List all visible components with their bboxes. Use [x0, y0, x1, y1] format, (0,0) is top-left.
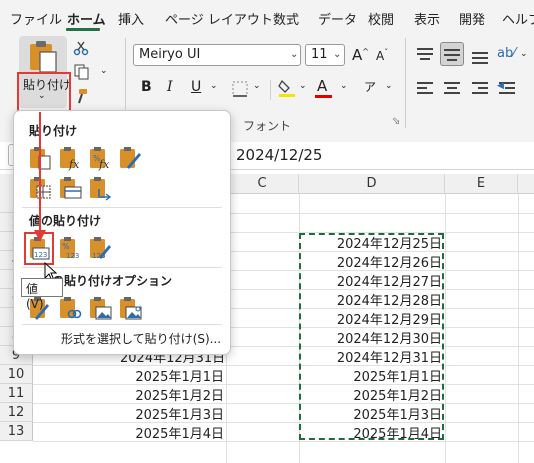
align-middle-icon[interactable] — [440, 42, 464, 66]
decrease-font-size-icon[interactable]: Aˇ — [376, 48, 388, 63]
cell-b13[interactable]: 2025年1月4日 — [120, 423, 224, 442]
column-header-e[interactable]: E — [445, 174, 518, 194]
copy-chevron-down-icon[interactable]: ⌄ — [100, 66, 108, 76]
tooltip: 値 (V) — [21, 278, 63, 311]
decrease-indent-icon[interactable]: ◀ — [497, 78, 517, 98]
copy-marquee — [299, 233, 444, 440]
bold-button[interactable]: B — [141, 79, 152, 95]
borders-icon[interactable] — [231, 80, 249, 98]
font-name-select[interactable]: Meiryo UI — [133, 44, 301, 66]
tab-formulas[interactable]: 数式 — [273, 9, 299, 28]
copy-icon[interactable] — [73, 64, 89, 80]
paste-values-number-format-icon[interactable]: % 123 — [57, 235, 83, 261]
borders-chevron-down-icon[interactable]: ⌄ — [253, 81, 261, 91]
svg-text:%: % — [62, 242, 70, 251]
paste-transpose-icon[interactable] — [87, 175, 113, 201]
paste-values-source-formatting-icon[interactable]: 123 — [87, 235, 113, 261]
grid-line — [33, 403, 534, 404]
cell-b12[interactable]: 2025年1月3日 — [120, 404, 224, 423]
tab-file[interactable]: ファイル — [10, 9, 62, 28]
row-header[interactable]: 12 — [0, 403, 33, 422]
other-paste-options-section-title: の貼り付けオプション — [52, 274, 173, 288]
underline-button[interactable]: U — [191, 79, 201, 95]
paste-linked-picture-icon[interactable] — [117, 295, 143, 321]
phonetic-chevron-down-icon[interactable]: ⌄ — [385, 81, 393, 91]
align-center-icon[interactable] — [442, 78, 462, 98]
align-right-icon[interactable] — [470, 78, 490, 98]
ribbon-separator — [270, 80, 271, 100]
tab-insert[interactable]: 挿入 — [118, 9, 144, 28]
tab-help[interactable]: ヘルプ — [502, 9, 534, 28]
annotation-arrow-icon — [34, 112, 46, 242]
font-size-value: 11 — [311, 47, 328, 62]
column-header-d[interactable]: D — [299, 174, 445, 194]
align-bottom-icon[interactable] — [470, 44, 490, 64]
tab-review[interactable]: 校閲 — [368, 9, 394, 28]
cell-b10[interactable]: 2025年1月1日 — [120, 366, 224, 385]
ribbon-separator — [405, 38, 406, 128]
svg-text:fx: fx — [68, 158, 80, 171]
format-painter-icon[interactable] — [73, 88, 89, 104]
paste-special-menu-item[interactable]: 形式を選択して貼り付け(S)... — [61, 330, 221, 347]
tab-developer[interactable]: 開発 — [459, 9, 485, 28]
font-size-chevron-down-icon: ⌄ — [333, 49, 342, 60]
grid-line — [33, 365, 534, 366]
paste-picture-icon[interactable] — [87, 295, 113, 321]
phonetic-icon[interactable]: ア — [364, 78, 376, 95]
font-name-value: Meiryo UI — [139, 47, 201, 62]
column-header-c[interactable]: C — [226, 174, 299, 194]
row-header[interactable]: 10 — [0, 365, 33, 384]
align-left-icon[interactable] — [415, 78, 435, 98]
menu-separator — [22, 324, 222, 325]
column-header-f[interactable] — [518, 174, 534, 194]
paste-keep-source-formatting-icon[interactable] — [117, 145, 143, 171]
paste-button-highlight — [17, 72, 71, 114]
tab-view[interactable]: 表示 — [414, 9, 440, 28]
font-color-chevron-down-icon[interactable]: ⌄ — [340, 81, 348, 91]
grid-line — [33, 384, 534, 385]
svg-text:123: 123 — [66, 252, 79, 260]
increase-font-size-icon[interactable]: A^ — [352, 46, 369, 64]
menu-separator — [22, 207, 222, 208]
grid-line — [33, 422, 534, 423]
align-top-icon[interactable] — [415, 44, 435, 64]
italic-button[interactable]: I — [167, 79, 173, 95]
font-color-icon[interactable]: A — [317, 77, 327, 95]
fill-color-icon[interactable] — [277, 78, 297, 98]
font-dialog-launcher-icon[interactable]: ⬂ — [392, 116, 400, 127]
paste-keep-column-widths-icon[interactable] — [57, 175, 83, 201]
fill-color-chevron-down-icon[interactable]: ⌄ — [299, 81, 307, 91]
paste-formulas-icon[interactable]: fx — [57, 145, 83, 171]
tab-data[interactable]: データ — [318, 9, 357, 28]
font-name-chevron-down-icon: ⌄ — [290, 49, 299, 60]
underline-chevron-down-icon[interactable]: ⌄ — [210, 81, 218, 91]
tooltip-text: 値 (V) — [26, 282, 44, 311]
svg-text:fx: fx — [98, 158, 110, 171]
cut-icon[interactable] — [73, 40, 89, 56]
row-header[interactable]: 11 — [0, 384, 33, 403]
orientation-icon[interactable]: ab⁄ — [497, 46, 515, 61]
font-color-swatch — [315, 95, 332, 98]
row-header[interactable]: 13 — [0, 422, 33, 441]
tab-home[interactable]: ホーム — [67, 9, 106, 28]
active-tab-indicator — [66, 28, 100, 31]
paste-formulas-number-format-icon[interactable]: % fx — [87, 145, 113, 171]
orientation-chevron-down-icon[interactable]: ⌄ — [520, 49, 528, 59]
formula-bar-value[interactable]: 2024/12/25 — [236, 146, 322, 164]
font-group-label: フォント — [243, 119, 292, 133]
tab-page-layout[interactable]: ページ レイアウト — [165, 9, 273, 28]
cell-b11[interactable]: 2025年1月2日 — [120, 385, 224, 404]
grid-line — [33, 441, 534, 442]
paste-link-icon[interactable] — [57, 295, 83, 321]
